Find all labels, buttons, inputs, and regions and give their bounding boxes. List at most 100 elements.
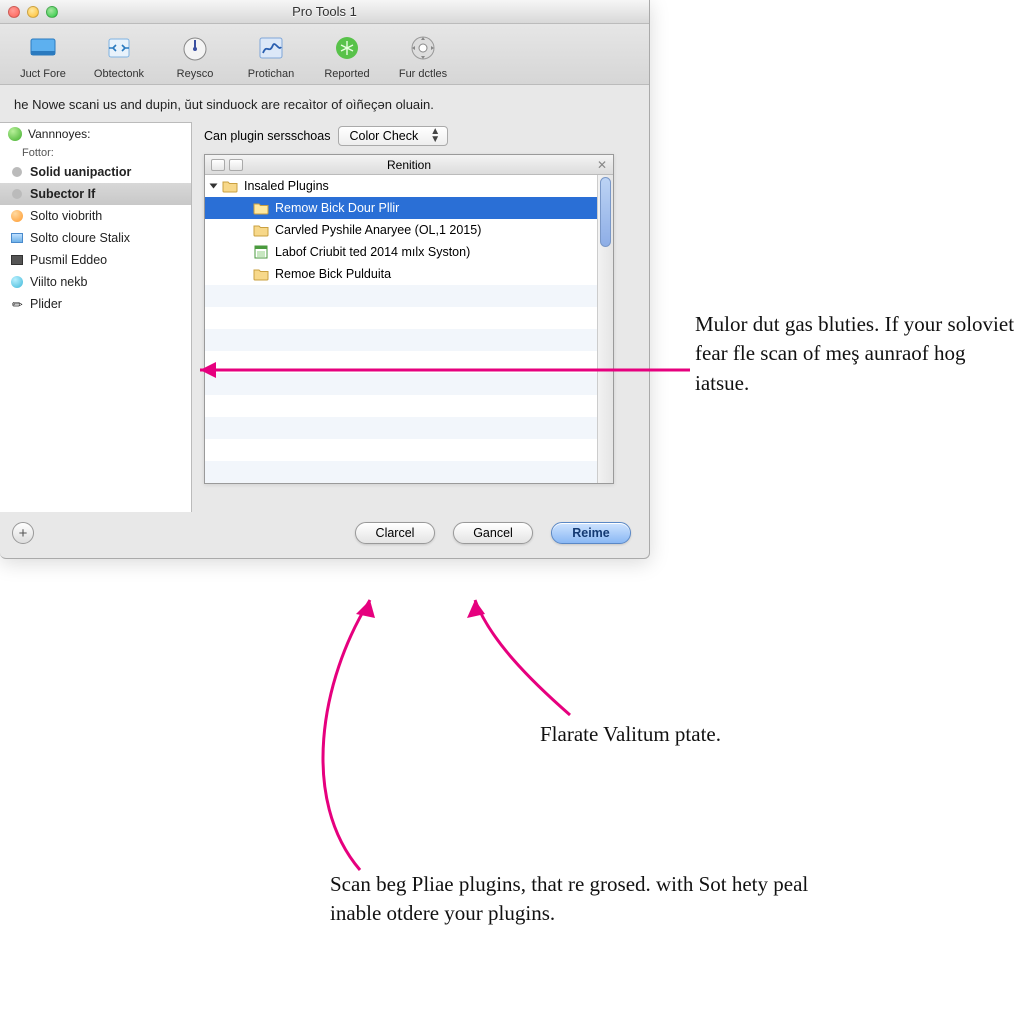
folder-icon: [253, 223, 269, 237]
square-blue-icon: [10, 231, 24, 245]
toolbar-icon: [405, 30, 441, 66]
toolbar-icon: [253, 30, 289, 66]
folder-icon: [253, 201, 269, 215]
tree-header: Renition ✕: [205, 155, 613, 175]
reime-button[interactable]: Reime: [551, 522, 631, 544]
tree-root[interactable]: Insaled Plugins: [205, 175, 597, 197]
color-check-select[interactable]: Color Check ▲▼: [338, 126, 448, 146]
sheet-icon: [253, 245, 269, 259]
sidebar-item-label: Solto cloure Stalix: [30, 231, 130, 245]
toolbar-label: Obtectonk: [94, 68, 144, 80]
toolbar-icon: [177, 30, 213, 66]
tree-item[interactable]: Labof Criubit ted 2014 mılx Syston): [205, 241, 597, 263]
select-value: Color Check: [349, 129, 418, 143]
sidebar-item-label: Viilto nekb: [30, 275, 87, 289]
toolbar-label: Reported: [324, 68, 369, 80]
sidebar-heading: Vannnoyes:: [0, 123, 191, 145]
sidebar-item-pusmil-eddeo[interactable]: Pusmil Eddeo: [0, 249, 191, 271]
sidebar-item-solto-cloure-stalix[interactable]: Solto cloure Stalix: [0, 227, 191, 249]
tree-empty-row: [205, 461, 597, 483]
sidebar-item-label: Plider: [30, 297, 62, 311]
toolbar-icon: [101, 30, 137, 66]
sidebar-heading-label: Vannnoyes:: [28, 127, 91, 141]
tree-empty-row: [205, 307, 597, 329]
toolbar-item-juct-fore[interactable]: Juct Fore: [14, 30, 72, 80]
tree-item-label: Remoe Bick Pulduita: [275, 267, 391, 281]
tree-rows: Insaled Plugins Remow Bick Dour Pllir Carv…: [205, 175, 597, 483]
square-dark-icon: [10, 253, 24, 267]
sidebar: Vannnoyes: Fottor: Solid uanipactior Sube…: [0, 122, 192, 512]
annotation-1: Mulor dut gas bluties. If your soloviet …: [695, 310, 1015, 398]
toolbar: Juct Fore Obtectonk Reysco Protichan Reporte…: [0, 24, 649, 85]
tree-empty-row: [205, 439, 597, 461]
tree-panel: Renition ✕ Insaled Plugins Remow Bick Dou…: [204, 154, 614, 484]
toolbar-item-reysco[interactable]: Reysco: [166, 30, 224, 80]
toolbar-item-protichan[interactable]: Protichan: [242, 30, 300, 80]
tree-empty-row: [205, 285, 597, 307]
tree-empty-row: [205, 395, 597, 417]
tree-fwd-button[interactable]: [229, 159, 243, 171]
tree-empty-row: [205, 373, 597, 395]
toolbar-item-obtectonk[interactable]: Obtectonk: [90, 30, 148, 80]
clarcel-button[interactable]: Clarcel: [355, 522, 435, 544]
tree-empty-row: [205, 351, 597, 373]
tree-item[interactable]: Remow Bick Dour Pllir: [205, 197, 597, 219]
sidebar-item-viilto-nekb[interactable]: Viilto nekb: [0, 271, 191, 293]
settings-row: Can plugin sersschoas Color Check ▲▼: [204, 122, 637, 154]
right-panel: Can plugin sersschoas Color Check ▲▼ Ren…: [192, 122, 649, 512]
bottom-bar: + Clarcel Gancel Reime: [0, 512, 649, 558]
sidebar-subheading: Fottor:: [0, 145, 191, 161]
tree-root-label: Insaled Plugins: [244, 179, 329, 193]
tree-empty-row: [205, 417, 597, 439]
app-window: Pro Tools 1 Juct Fore Obtectonk Reysco Prot…: [0, 0, 650, 559]
tree-item-label: Labof Criubit ted 2014 mılx Syston): [275, 245, 470, 259]
tree-empty-row: [205, 329, 597, 351]
toolbar-item-reported[interactable]: Reported: [318, 30, 376, 80]
settings-label: Can plugin sersschoas: [204, 129, 330, 143]
gancel-button[interactable]: Gancel: [453, 522, 533, 544]
toolbar-label: Reysco: [177, 68, 214, 80]
folder-icon: [222, 179, 238, 193]
tree-item-label: Carvled Pyshile Anaryee (OL,1 2015): [275, 223, 481, 237]
add-button[interactable]: +: [12, 522, 34, 544]
minimize-window-button[interactable]: [27, 6, 39, 18]
tree-item[interactable]: Remoe Bick Pulduita: [205, 263, 597, 285]
tree-body: Insaled Plugins Remow Bick Dour Pllir Carv…: [205, 175, 613, 483]
sidebar-item-label: Solid uanipactior: [30, 165, 131, 179]
close-window-button[interactable]: [8, 6, 20, 18]
instruction-text: he Nowe scani us and dupin, ŭut sinduock…: [0, 85, 649, 122]
window-titlebar: Pro Tools 1: [0, 0, 649, 24]
disclosure-triangle-icon[interactable]: [210, 184, 218, 189]
window-title: Pro Tools 1: [0, 4, 649, 19]
circle-orange-icon: [10, 209, 24, 223]
globe-icon: [8, 127, 22, 141]
pencil-icon: ✎: [10, 297, 24, 311]
sidebar-item-plider[interactable]: ✎ Plider: [0, 293, 191, 315]
sidebar-item-subector-if[interactable]: Subector If: [0, 183, 191, 205]
sidebar-item-solid-uanipactior[interactable]: Solid uanipactior: [0, 161, 191, 183]
tree-title: Renition: [387, 158, 431, 172]
annotation-2: Flarate Valitum ptate.: [540, 720, 880, 749]
toolbar-icon: [329, 30, 365, 66]
toolbar-item-fur-dctles[interactable]: Fur dctles: [394, 30, 452, 80]
sidebar-item-solto-viobrith[interactable]: Solto viobrith: [0, 205, 191, 227]
toolbar-label: Juct Fore: [20, 68, 66, 80]
circle-teal-icon: [10, 275, 24, 289]
traffic-lights: [8, 6, 58, 18]
toolbar-label: Fur dctles: [399, 68, 447, 80]
tree-header-nav: [211, 159, 243, 171]
tree-item[interactable]: Carvled Pyshile Anaryee (OL,1 2015): [205, 219, 597, 241]
main-content: Vannnoyes: Fottor: Solid uanipactior Sube…: [0, 122, 649, 512]
dot-gray-icon: [10, 187, 24, 201]
scrollbar-thumb[interactable]: [600, 177, 611, 247]
tree-back-button[interactable]: [211, 159, 225, 171]
select-arrows-icon: ▲▼: [430, 128, 439, 144]
zoom-window-button[interactable]: [46, 6, 58, 18]
tree-close-icon[interactable]: ✕: [597, 158, 607, 172]
tree-scrollbar[interactable]: [597, 175, 613, 483]
toolbar-icon: [25, 30, 61, 66]
tree-item-label: Remow Bick Dour Pllir: [275, 201, 399, 215]
sidebar-item-label: Solto viobrith: [30, 209, 102, 223]
dot-gray-icon: [10, 165, 24, 179]
annotation-3: Scan beg Pliae plugins, that re grosed. …: [330, 870, 830, 929]
